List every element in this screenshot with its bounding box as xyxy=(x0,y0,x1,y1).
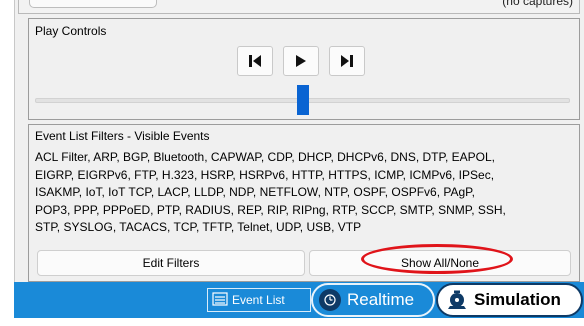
simulation-mode-button[interactable]: Simulation xyxy=(436,283,583,317)
skip-forward-icon xyxy=(340,54,354,68)
skip-back-icon xyxy=(248,54,262,68)
visible-events-line: STP, SYSLOG, TACACS, TCP, TFTP, Telnet, … xyxy=(35,220,362,234)
playback-slider-thumb[interactable] xyxy=(296,85,309,115)
captures-strip: (no captures) xyxy=(18,0,580,14)
visible-events-list: ACL Filter, ARP, BGP, Bluetooth, CAPWAP,… xyxy=(35,149,579,237)
play-icon xyxy=(295,54,307,68)
bottom-edge xyxy=(14,318,584,326)
realtime-mode-button[interactable]: Realtime xyxy=(311,283,435,317)
realtime-label: Realtime xyxy=(347,290,415,309)
visible-events-line: EIGRP, EIGRPv6, FTP, H.323, HSRP, HSRPv6… xyxy=(35,167,495,182)
event-list-label: Event List xyxy=(232,293,285,307)
highlight-annotation xyxy=(361,244,513,274)
play-controls-group: Play Controls xyxy=(28,18,580,120)
event-filters-title: Event List Filters - Visible Events xyxy=(35,129,210,143)
visible-events-line: POP3, PPP, PPPoED, PTP, RADIUS, REP, RIP… xyxy=(35,202,506,217)
forward-button[interactable] xyxy=(329,46,365,76)
visible-events-line: ISAKMP, IoT, IoT TCP, LACP, LLDP, NDP, N… xyxy=(35,185,475,199)
visible-events-line: ACL Filter, ARP, BGP, Bluetooth, CAPWAP,… xyxy=(35,150,495,164)
event-list-toggle[interactable]: Event List xyxy=(207,288,311,312)
play-button[interactable] xyxy=(283,46,319,76)
stopwatch-icon xyxy=(446,290,468,310)
back-button[interactable] xyxy=(237,46,273,76)
capture-status: (no captures) xyxy=(502,0,573,8)
play-controls-title: Play Controls xyxy=(35,24,107,38)
clock-icon xyxy=(319,289,341,311)
simulation-label: Simulation xyxy=(474,290,561,309)
top-button[interactable] xyxy=(29,0,157,8)
mode-bar: Event List Realtime Simulation xyxy=(14,282,584,318)
event-list-icon xyxy=(212,291,228,310)
edit-filters-button[interactable]: Edit Filters xyxy=(37,250,305,276)
